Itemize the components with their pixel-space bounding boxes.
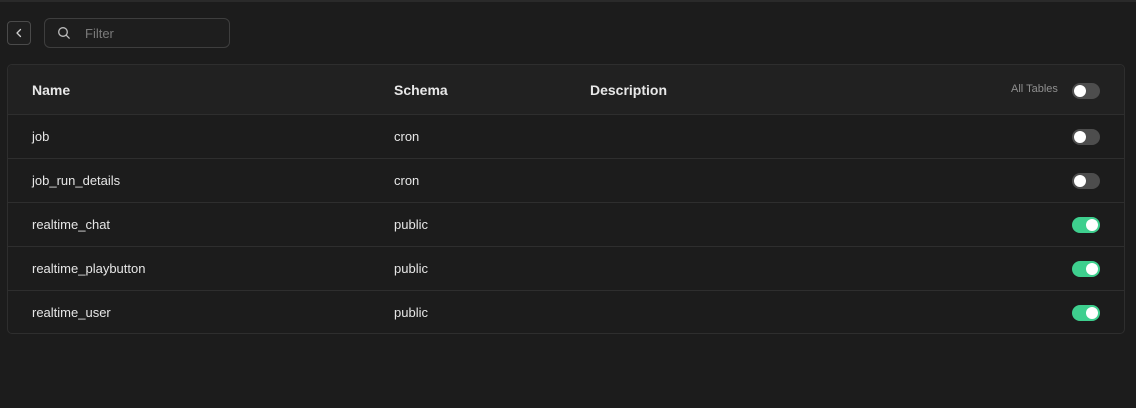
toggle-knob — [1074, 85, 1086, 97]
back-button[interactable] — [7, 21, 31, 45]
row-toggle-job-run-details[interactable] — [1072, 172, 1100, 189]
filter-search-box[interactable] — [44, 18, 230, 48]
row-schema: cron — [394, 173, 420, 188]
chevron-left-icon — [16, 28, 22, 38]
column-header-description: Description — [590, 81, 668, 98]
toggle-knob — [1074, 130, 1086, 143]
table-row: realtime_playbutton public — [8, 246, 1124, 290]
toolbar — [7, 18, 230, 48]
table-row: realtime_chat public — [8, 202, 1124, 246]
row-name: realtime_chat — [32, 217, 111, 232]
tables-list: Name Schema Description All Tables job c… — [7, 64, 1125, 334]
all-tables-label: All Tables — [1011, 83, 1058, 95]
row-schema: cron — [394, 129, 420, 144]
table-row: realtime_user public — [8, 290, 1124, 333]
row-name: job_run_details — [32, 173, 121, 188]
row-schema: public — [394, 261, 428, 276]
row-name: realtime_user — [32, 305, 111, 320]
toggle-knob — [1086, 262, 1098, 275]
all-tables-toggle[interactable] — [1072, 83, 1100, 99]
toggle-knob — [1086, 218, 1098, 231]
row-schema: public — [394, 217, 428, 232]
table-row: job_run_details cron — [8, 158, 1124, 202]
row-toggle-realtime-playbutton[interactable] — [1072, 260, 1100, 277]
search-icon — [57, 26, 71, 40]
row-toggle-realtime-user[interactable] — [1072, 304, 1100, 321]
table-row: job cron — [8, 114, 1124, 158]
column-header-name: Name — [32, 81, 71, 98]
row-schema: public — [394, 305, 428, 320]
row-toggle-realtime-chat[interactable] — [1072, 216, 1100, 233]
filter-input[interactable] — [85, 25, 215, 41]
column-header-schema: Schema — [394, 81, 448, 98]
row-name: job — [32, 129, 50, 144]
table-header: Name Schema Description All Tables — [8, 65, 1124, 114]
row-toggle-job[interactable] — [1072, 128, 1100, 145]
top-divider — [0, 0, 1136, 2]
toggle-knob — [1074, 174, 1086, 187]
toggle-knob — [1086, 306, 1098, 319]
row-name: realtime_playbutton — [32, 261, 146, 276]
